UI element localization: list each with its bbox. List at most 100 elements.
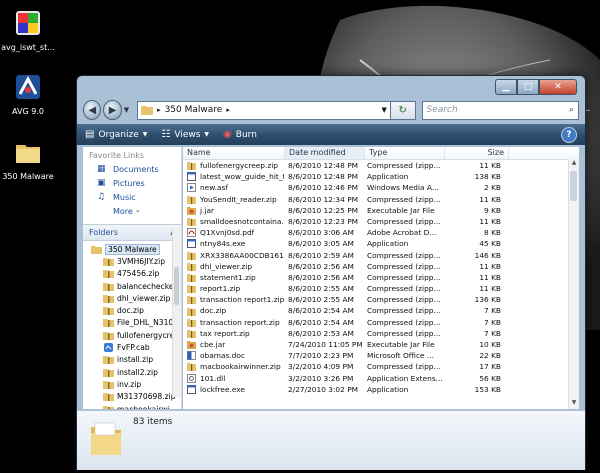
column-header-date[interactable]: Date modified (285, 147, 365, 159)
zip-folder-icon (103, 331, 114, 340)
tree-item[interactable]: install.zip (83, 354, 181, 366)
folder-icon (91, 422, 121, 455)
file-row[interactable]: smalldoesnotcontaina... 8/6/2010 12:23 PM… (183, 216, 579, 227)
tree-item[interactable]: 3VMH6JIY.zip (83, 255, 181, 267)
favorite-more[interactable]: More » (83, 204, 181, 218)
file-type: Compressed (zipp... (367, 284, 441, 294)
maximize-button[interactable]: □ (517, 79, 539, 95)
file-date: 8/6/2010 3:06 AM (288, 228, 354, 238)
desktop-icon-350-malware[interactable]: 350 Malware (0, 137, 58, 181)
burn-button[interactable]: ◉ Burn (223, 129, 257, 140)
tree-item[interactable]: inv.zip (83, 378, 181, 390)
file-row[interactable]: dhl_viewer.zip 8/6/2010 2:56 AM Compressed… (183, 261, 579, 272)
file-size: 7 KB (484, 328, 501, 338)
favorite-links-header: Favorite Links (89, 151, 145, 160)
file-row[interactable]: Q1Xvnj0sd.pdf 8/6/2010 3:06 AM Adobe Acrob… (183, 227, 579, 238)
file-name: lockfree.exe (200, 384, 245, 394)
folders-header[interactable]: Folders ▲ (83, 224, 181, 241)
file-name-cell: YouSendIt_reader.zip (183, 194, 284, 205)
column-header-name[interactable]: Name (183, 147, 285, 159)
views-button[interactable]: ☷ Views ▼ (161, 129, 209, 140)
forward-button[interactable]: ▶ (103, 100, 122, 120)
file-size: 138 KB (474, 172, 501, 182)
refresh-button[interactable]: ↻ (390, 100, 416, 120)
file-row[interactable]: fullofenergycreep.zip 8/6/2010 12:48 PM Co… (183, 160, 579, 171)
file-name: Q1Xvnj0sd.pdf (200, 228, 255, 238)
file-list: Name Date modified Type Size fullofenerg… (183, 147, 579, 409)
file-size: 11 KB (479, 161, 501, 170)
favorite-music[interactable]: ♫ Music (83, 190, 181, 204)
organize-button[interactable]: ▤ Organize ▼ (85, 129, 147, 140)
file-row[interactable]: cbe.jar 7/24/2010 11:05 PM Executable Jar … (183, 339, 579, 350)
file-row[interactable]: obamas.doc 7/7/2010 2:23 PM Microsoft Offi… (183, 350, 579, 361)
file-type: Compressed (zipp... (367, 216, 441, 226)
file-row[interactable]: lockfree.exe 2/27/2010 3:02 PM Application… (183, 384, 579, 395)
tree-item[interactable]: FvFP.cab (83, 341, 181, 353)
file-list-scrollbar[interactable]: ▲ ▼ (568, 159, 579, 409)
file-row[interactable]: latest_wow_guide_hit_t... 8/6/2010 12:48 … (183, 171, 579, 182)
desktop-icon-avg[interactable]: AVG 9.0 (0, 72, 58, 116)
tree-item[interactable]: M31370698.zip (83, 391, 181, 403)
scroll-down-icon[interactable]: ▼ (569, 399, 579, 409)
column-header-size[interactable]: Size (445, 147, 509, 159)
scroll-up-icon[interactable]: ▲ (569, 159, 579, 169)
file-rows: fullofenergycreep.zip 8/6/2010 12:48 PM Co… (183, 160, 579, 395)
file-row[interactable]: doc.zip 8/6/2010 2:54 AM Compressed (zipp.… (183, 305, 579, 316)
tree-item[interactable]: File_DHL_N310 (83, 317, 181, 329)
minimize-button[interactable]: ▁ (495, 79, 517, 95)
navigation-scrollbar[interactable] (172, 227, 181, 397)
scroll-thumb[interactable] (570, 171, 577, 201)
file-row[interactable]: 101.dll 3/2/2010 3:26 PM Application Exten… (183, 373, 579, 384)
tree-item[interactable]: dhl_viewer.zip (83, 292, 181, 304)
file-row[interactable]: macbookairwinner.zip 3/2/2010 4:09 PM Comp… (183, 361, 579, 372)
tree-item-label: 3VMH6JIY.zip (117, 256, 166, 266)
file-row[interactable]: report1.zip 8/6/2010 2:55 AM Compressed (z… (183, 283, 579, 294)
file-row[interactable]: YouSendIt_reader.zip 8/6/2010 12:34 PM Com… (183, 194, 579, 205)
tree-item-root[interactable]: 350 Malware (83, 243, 181, 255)
history-dropdown[interactable]: ▼ (124, 106, 131, 114)
file-row[interactable]: new.asf 8/6/2010 12:46 PM Windows Media A.… (183, 182, 579, 193)
tree-item-label: install2.zip (117, 367, 158, 377)
tree-item[interactable]: install2.zip (83, 366, 181, 378)
column-header-type[interactable]: Type (365, 147, 445, 159)
folder-icon (16, 145, 40, 163)
zip-file-icon (187, 273, 196, 282)
search-input[interactable]: Search ⌕ (421, 100, 580, 120)
zip-folder-icon (103, 294, 114, 303)
file-row[interactable]: transaction report1.zip 8/6/2010 2:55 AM C… (183, 294, 579, 305)
zip-folder-icon (103, 380, 114, 389)
breadcrumb[interactable]: 350 Malware (165, 105, 223, 115)
breadcrumb-chevron-icon[interactable]: ▸ (226, 106, 230, 114)
zip-file-icon (187, 217, 196, 227)
file-row[interactable]: statement1.zip 8/6/2010 2:56 AM Compressed… (183, 272, 579, 283)
file-date: 8/6/2010 12:46 PM (288, 183, 359, 193)
file-type: Compressed (zipp... (367, 295, 441, 305)
tree-item[interactable]: macbookairwi (83, 403, 181, 409)
scroll-thumb[interactable] (174, 267, 179, 305)
file-row[interactable]: tax report.zip 8/6/2010 2:53 AM Compressed… (183, 328, 579, 339)
file-type: Application (367, 172, 409, 182)
file-type: Compressed (zipp... (367, 306, 441, 316)
tree-item[interactable]: fullofenergycre (83, 329, 181, 341)
file-type: Application (367, 384, 409, 394)
tree-item[interactable]: doc.zip (83, 304, 181, 316)
address-dropdown-icon[interactable]: ▼ (381, 106, 386, 114)
file-row[interactable]: j.jar 8/6/2010 12:25 PM Executable Jar Fil… (183, 205, 579, 216)
help-button[interactable]: ? (561, 127, 577, 143)
desktop-icon-avg-installer[interactable]: avg_iswt_st... (0, 8, 58, 52)
file-row[interactable]: XRX3386AA00CDB1615... 8/6/2010 2:59 AM Com… (183, 250, 579, 261)
close-button[interactable]: ✕ (539, 79, 577, 95)
back-button[interactable]: ◀ (83, 100, 102, 120)
file-row[interactable]: ntny84s.exe 8/6/2010 3:05 AM Application 45… (183, 238, 579, 249)
file-type: Compressed (zipp... (367, 362, 441, 372)
file-name-cell: new.asf (183, 182, 284, 193)
search-icon[interactable]: ⌕ (569, 105, 574, 115)
file-name: tax report.zip (200, 328, 250, 338)
address-bar[interactable]: ▸ 350 Malware ▸ ▼ (137, 100, 391, 120)
favorite-documents[interactable]: ▦ Documents (83, 162, 181, 176)
tree-item[interactable]: balancechecke (83, 280, 181, 292)
file-row[interactable]: transaction report.zip 8/6/2010 2:54 AM Co… (183, 317, 579, 328)
tree-item[interactable]: 475456.zip (83, 268, 181, 280)
favorite-pictures[interactable]: ▣ Pictures (83, 176, 181, 190)
file-name: ntny84s.exe (200, 239, 246, 249)
